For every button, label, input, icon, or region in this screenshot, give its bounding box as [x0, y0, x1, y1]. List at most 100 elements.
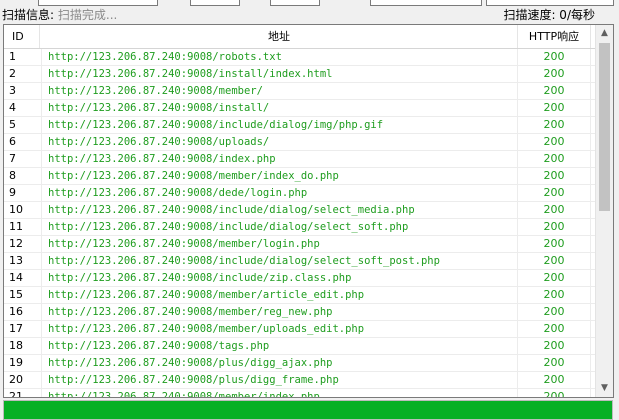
table-row[interactable]: 14 http://123.206.87.240:9008/include/zip… [4, 270, 596, 287]
row-http-code: 200 [543, 322, 565, 335]
row-id: 14 [9, 271, 23, 284]
table-row[interactable]: 6 http://123.206.87.240:9008/uploads/200 [4, 134, 596, 151]
row-url: http://123.206.87.240:9008/include/dialo… [48, 221, 409, 233]
vertical-scrollbar[interactable]: ▲ ▼ [595, 25, 613, 397]
scan-info-label: 扫描信息: [2, 8, 55, 22]
row-http-code: 200 [543, 339, 565, 352]
row-url: http://123.206.87.240:9008/member/articl… [48, 289, 365, 301]
table-row[interactable]: 5 http://123.206.87.240:9008/include/dial… [4, 117, 596, 134]
row-http-code: 200 [543, 84, 565, 97]
row-http-code: 200 [543, 237, 565, 250]
table-row[interactable]: 9 http://123.206.87.240:9008/dede/login.p… [4, 185, 596, 202]
row-url: http://123.206.87.240:9008/include/zip.c… [48, 272, 352, 284]
row-id: 12 [9, 237, 23, 250]
row-id: 1 [9, 50, 16, 63]
row-id: 13 [9, 254, 23, 267]
chevron-down-icon[interactable]: ▼ [596, 380, 613, 397]
row-http-code: 200 [543, 118, 565, 131]
table-row[interactable]: 10 http://123.206.87.240:9008/include/dia… [4, 202, 596, 219]
row-url: http://123.206.87.240:9008/member/login.… [48, 238, 320, 250]
row-http-code: 200 [543, 50, 565, 63]
table-row[interactable]: 21 http://123.206.87.240:9008/member/inde… [4, 389, 596, 398]
row-http-code: 200 [543, 152, 565, 165]
table-body: 1 http://123.206.87.240:9008/robots.txt 20… [4, 49, 596, 398]
row-url: http://123.206.87.240:9008/member/index_… [48, 170, 339, 182]
row-id: 9 [9, 186, 16, 199]
scan-progress-bar [3, 400, 613, 420]
results-table[interactable]: ID 地址 HTTP响应 1 http://123.206.87.240:9008… [3, 24, 614, 398]
row-url: http://123.206.87.240:9008/member/upload… [48, 323, 365, 335]
row-url: http://123.206.87.240:9008/robots.txt [48, 51, 282, 63]
table-row[interactable]: 4 http://123.206.87.240:9008/install/200 [4, 100, 596, 117]
scan-info: 扫描信息: 扫描完成... [2, 6, 117, 23]
row-http-code: 200 [543, 169, 565, 182]
row-id: 2 [9, 67, 16, 80]
row-id: 16 [9, 305, 23, 318]
table-row[interactable]: 15 http://123.206.87.240:9008/member/arti… [4, 287, 596, 304]
row-http-code: 200 [543, 356, 565, 369]
scrollbar-thumb[interactable] [599, 43, 610, 211]
table-row[interactable]: 18 http://123.206.87.240:9008/tags.php 200 [4, 338, 596, 355]
row-url: http://123.206.87.240:9008/plus/digg_fra… [48, 374, 339, 386]
row-url: http://123.206.87.240:9008/dede/login.ph… [48, 187, 308, 199]
row-http-code: 200 [543, 186, 565, 199]
row-url: http://123.206.87.240:9008/plus/digg_aja… [48, 357, 333, 369]
column-header-http-code[interactable]: HTTP响应 [518, 25, 591, 48]
table-row[interactable]: 13 http://123.206.87.240:9008/include/dia… [4, 253, 596, 270]
table-row[interactable]: 20 http://123.206.87.240:9008/plus/digg_f… [4, 372, 596, 389]
row-http-code: 200 [543, 288, 565, 301]
row-id: 19 [9, 356, 23, 369]
row-url: http://123.206.87.240:9008/uploads/ [48, 136, 270, 148]
column-header-id[interactable]: ID [4, 25, 40, 48]
row-http-code: 200 [543, 254, 565, 267]
row-id: 21 [9, 390, 23, 398]
scan-info-text: 扫描完成... [57, 8, 118, 22]
table-header: ID 地址 HTTP响应 [4, 25, 596, 49]
row-id: 5 [9, 118, 16, 131]
row-id: 10 [9, 203, 23, 216]
table-row[interactable]: 2 http://123.206.87.240:9008/install/inde… [4, 66, 596, 83]
table-row[interactable]: 17 http://123.206.87.240:9008/member/uplo… [4, 321, 596, 338]
row-url: http://123.206.87.240:9008/include/dialo… [48, 204, 415, 216]
row-id: 4 [9, 101, 16, 114]
row-url: http://123.206.87.240:9008/include/dialo… [48, 255, 440, 267]
row-id: 11 [9, 220, 23, 233]
row-id: 7 [9, 152, 16, 165]
row-id: 15 [9, 288, 23, 301]
table-row[interactable]: 11 http://123.206.87.240:9008/include/dia… [4, 219, 596, 236]
table-row[interactable]: 12 http://123.206.87.240:9008/member/logi… [4, 236, 596, 253]
column-header-url[interactable]: 地址 [41, 25, 518, 48]
row-http-code: 200 [543, 373, 565, 386]
table-row[interactable]: 7 http://123.206.87.240:9008/index.php 200 [4, 151, 596, 168]
row-url: http://123.206.87.240:9008/install/index… [48, 68, 333, 80]
table-row[interactable]: 19 http://123.206.87.240:9008/plus/digg_a… [4, 355, 596, 372]
row-id: 3 [9, 84, 16, 97]
table-row[interactable]: 16 http://123.206.87.240:9008/member/reg_… [4, 304, 596, 321]
row-http-code: 200 [543, 203, 565, 216]
row-id: 18 [9, 339, 23, 352]
row-id: 20 [9, 373, 23, 386]
row-http-code: 200 [543, 67, 565, 80]
row-id: 8 [9, 169, 16, 182]
scan-speed: 扫描速度: 0/每秒 [503, 8, 595, 22]
row-id: 17 [9, 322, 23, 335]
status-bar: 扫描信息: 扫描完成... 扫描速度: 0/每秒 [0, 6, 619, 22]
table-row[interactable]: 1 http://123.206.87.240:9008/robots.txt 20… [4, 49, 596, 66]
row-url: http://123.206.87.240:9008/member/reg_ne… [48, 306, 333, 318]
row-http-code: 200 [543, 135, 565, 148]
row-url: http://123.206.87.240:9008/tags.php [48, 340, 270, 352]
row-http-code: 200 [543, 220, 565, 233]
row-url: http://123.206.87.240:9008/install/ [48, 102, 270, 114]
row-http-code: 200 [543, 271, 565, 284]
chevron-up-icon[interactable]: ▲ [596, 25, 613, 42]
row-http-code: 200 [543, 101, 565, 114]
row-url: http://123.206.87.240:9008/include/dialo… [48, 119, 384, 131]
table-row[interactable]: 8 http://123.206.87.240:9008/member/index… [4, 168, 596, 185]
row-id: 6 [9, 135, 16, 148]
row-url: http://123.206.87.240:9008/index.php [48, 153, 276, 165]
row-http-code: 200 [543, 390, 565, 398]
row-url: http://123.206.87.240:9008/member/ [48, 85, 263, 97]
row-http-code: 200 [543, 305, 565, 318]
row-url: http://123.206.87.240:9008/member/index.… [48, 391, 320, 398]
table-row[interactable]: 3 http://123.206.87.240:9008/member/200 [4, 83, 596, 100]
